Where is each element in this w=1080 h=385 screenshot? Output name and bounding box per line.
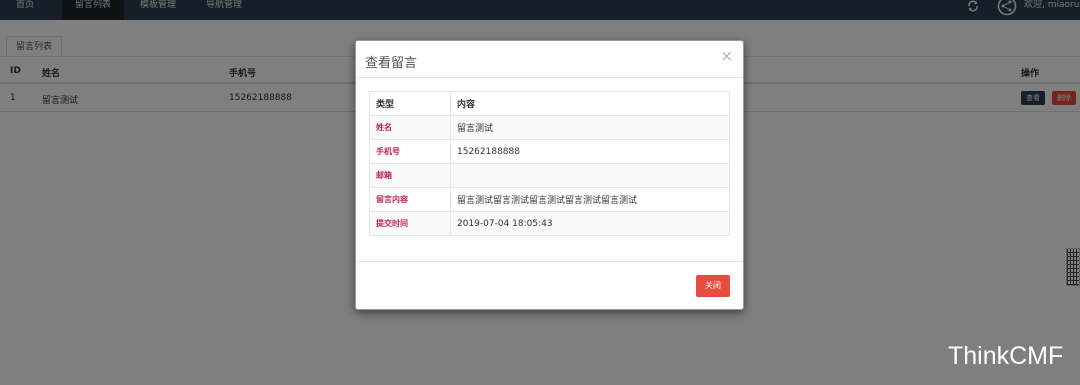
modal-header: 查看留言 × xyxy=(356,41,743,78)
field-label-email: 邮箱 xyxy=(369,163,451,188)
close-icon[interactable]: × xyxy=(720,47,733,65)
modal-title: 查看留言 xyxy=(365,56,418,71)
column-header-content: 内容 xyxy=(450,91,730,116)
detail-row-content: 留言内容 留言测试留言测试留言测试留言测试留言测试 xyxy=(369,187,730,212)
detail-row-phone: 手机号 15262188888 xyxy=(369,139,730,164)
detail-row-time: 提交时间 2019-07-04 18:05:43 xyxy=(369,211,730,236)
field-value-name: 留言测试 xyxy=(450,115,730,140)
close-button[interactable]: 关闭 xyxy=(696,275,730,297)
message-detail-table: 类型 内容 姓名 留言测试 手机号 15262188888 邮箱 留言内容 留言… xyxy=(369,91,730,236)
field-label-content: 留言内容 xyxy=(369,187,451,212)
field-value-phone: 15262188888 xyxy=(450,139,730,164)
field-label-time: 提交时间 xyxy=(369,211,451,236)
message-detail-modal: 查看留言 × 类型 内容 姓名 留言测试 手机号 15262188888 邮箱 … xyxy=(355,40,744,310)
field-label-phone: 手机号 xyxy=(369,139,451,164)
detail-row-name: 姓名 留言测试 xyxy=(369,115,730,140)
field-label-name: 姓名 xyxy=(369,115,451,140)
field-value-email xyxy=(450,163,730,188)
brand-watermark: ThinkCMF xyxy=(948,342,1064,370)
column-header-type: 类型 xyxy=(369,91,451,116)
detail-header-row: 类型 内容 xyxy=(369,91,730,116)
modal-footer: 关闭 xyxy=(356,261,743,309)
field-value-time: 2019-07-04 18:05:43 xyxy=(450,211,730,236)
detail-row-email: 邮箱 xyxy=(369,163,730,188)
field-value-content: 留言测试留言测试留言测试留言测试留言测试 xyxy=(450,187,730,212)
